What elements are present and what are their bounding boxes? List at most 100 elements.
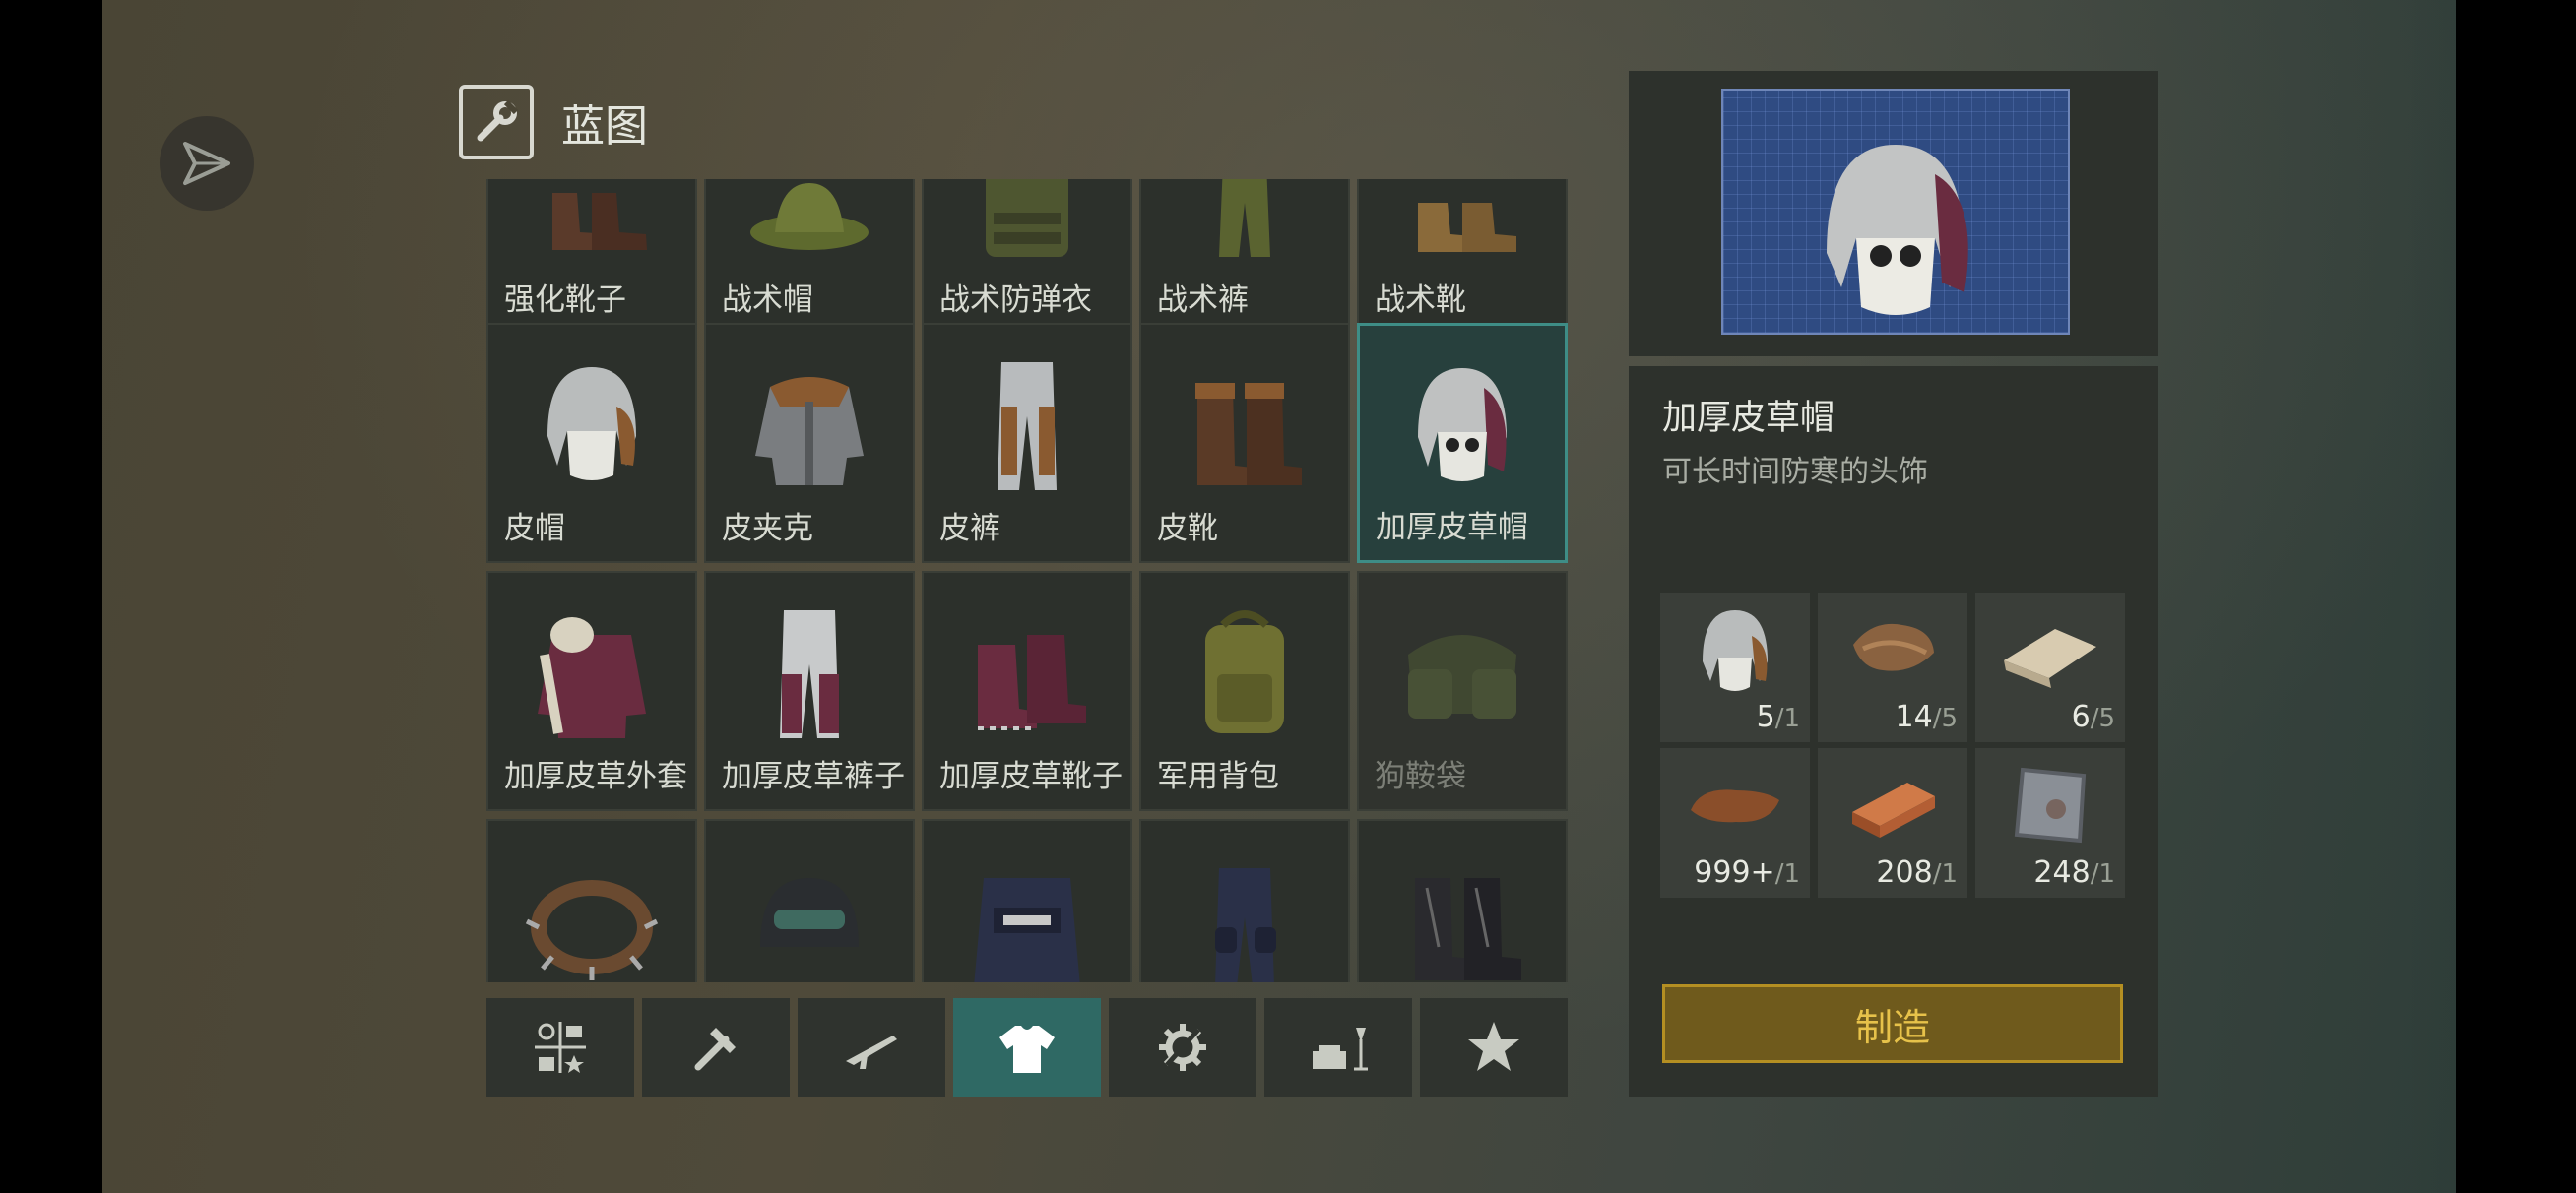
grid-item[interactable]: 皮帽 (486, 323, 697, 563)
pants-icon (706, 591, 913, 748)
item-name: 加厚皮草帽 (1662, 399, 1835, 438)
jacket-icon (706, 343, 913, 500)
grid-item[interactable] (1139, 819, 1350, 982)
tab-gear[interactable] (1109, 998, 1256, 1097)
tab-furniture[interactable] (1264, 998, 1412, 1097)
grid-item[interactable]: 战术帽 (704, 179, 915, 335)
material-slot[interactable]: 999+/1 (1660, 748, 1810, 898)
grid-item-label: 战术帽 (722, 283, 813, 318)
tab-tools[interactable] (642, 998, 790, 1097)
grid-item-label: 狗鞍袋 (1375, 759, 1466, 794)
material-count: 14/5 (1895, 700, 1959, 734)
fur-hat-icon (488, 343, 695, 500)
item-info: 加厚皮草帽 可长时间防寒的头饰 5/1 14/5 6/5 999+/1 208/… (1629, 366, 2158, 1097)
tools-category-icon (694, 1028, 736, 1071)
page-title: 蓝图 (561, 101, 648, 152)
gear-category-icon (1159, 1024, 1206, 1071)
fur-pelt-icon (1818, 598, 1967, 701)
grid-item[interactable]: 战术防弹衣 (922, 179, 1132, 335)
boots-icon (924, 591, 1130, 748)
grid-item[interactable]: 皮夹克 (704, 323, 915, 563)
pants-icon (924, 343, 1130, 500)
material-slot[interactable]: 208/1 (1818, 748, 1967, 898)
grid-item[interactable]: 战术靴 (1357, 179, 1568, 335)
material-count: 248/1 (2033, 855, 2115, 890)
grid-item[interactable] (1357, 819, 1568, 982)
tab-favorites[interactable] (1420, 998, 1568, 1097)
grid-item[interactable]: 皮裤 (922, 323, 1132, 563)
furniture-category-icon (1313, 1028, 1368, 1071)
material-slot[interactable]: 248/1 (1975, 748, 2125, 898)
material-slot[interactable]: 14/5 (1818, 593, 1967, 742)
fur-hat-icon (1827, 145, 1968, 315)
grid-item-label: 皮靴 (1157, 511, 1218, 546)
clothing-category-icon (999, 1026, 1055, 1073)
grid-item-label: 加厚皮草靴子 (939, 759, 1123, 794)
helmet-icon (706, 839, 913, 982)
boots-icon (1141, 343, 1348, 500)
grid-item[interactable]: 军用背包 (1139, 571, 1350, 811)
tab-clothing[interactable] (953, 998, 1101, 1097)
iron-plate-icon (1975, 754, 2125, 856)
cloth-icon (1975, 598, 2125, 701)
blueprint-grid: 强化靴子 战术帽 战术防弹衣 战术裤 战术靴 皮帽 皮夹克 皮裤 皮靴 加厚皮草… (486, 179, 1568, 982)
vest-icon (924, 179, 1130, 272)
material-slot[interactable]: 5/1 (1660, 593, 1810, 742)
material-count: 999+/1 (1694, 855, 1800, 890)
right-side-panel (2407, 0, 2456, 1193)
police-vest-icon (924, 839, 1130, 982)
grid-item[interactable]: 加厚皮草外套 (486, 571, 697, 811)
grid-item-label: 战术靴 (1375, 283, 1466, 318)
material-count: 208/1 (1876, 855, 1958, 890)
material-slot[interactable]: 6/5 (1975, 593, 2125, 742)
grid-item-label: 皮帽 (504, 511, 565, 546)
detail-panel: 加厚皮草帽 可长时间防寒的头饰 5/1 14/5 6/5 999+/1 208/… (1629, 71, 2158, 1097)
header: 蓝图 (459, 85, 648, 159)
category-tabs (486, 998, 1568, 1097)
leather-icon (1660, 754, 1810, 856)
tab-misc[interactable] (486, 998, 634, 1097)
boots-icon (1359, 179, 1566, 272)
item-preview (1629, 71, 2158, 356)
send-icon (183, 142, 230, 185)
tab-weapons[interactable] (798, 998, 945, 1097)
grid-item-label: 皮夹克 (722, 511, 813, 546)
grid-item-label: 军用背包 (1157, 759, 1279, 794)
grid-item-label: 战术防弹衣 (939, 283, 1092, 318)
grid-item[interactable]: 强化靴子 (486, 179, 697, 335)
grid-item[interactable]: 加厚皮草靴子 (922, 571, 1132, 811)
grid-item[interactable] (922, 819, 1132, 982)
grid-item-selected[interactable]: 加厚皮草帽 (1357, 323, 1568, 563)
coat-icon (488, 591, 695, 748)
fur-hat-icon (1360, 344, 1565, 501)
saddlebag-icon (1359, 591, 1566, 748)
boots-icon (488, 179, 695, 272)
collar-icon (488, 839, 695, 982)
grid-item-label: 加厚皮草帽 (1376, 510, 1528, 545)
send-button[interactable] (160, 116, 254, 211)
grid-item[interactable]: 皮靴 (1139, 323, 1350, 563)
pants-icon (1141, 179, 1348, 272)
grid-item-label: 强化靴子 (504, 283, 626, 318)
grid-item-locked[interactable]: 狗鞍袋 (1357, 571, 1568, 811)
police-pants-icon (1141, 839, 1348, 982)
backpack-icon (1141, 591, 1348, 748)
material-count: 5/1 (1756, 700, 1800, 734)
fur-hat-icon (1660, 598, 1810, 701)
grid-item[interactable] (486, 819, 697, 982)
grid-item-label: 战术裤 (1157, 283, 1249, 318)
grid-item-label: 加厚皮草裤子 (722, 759, 905, 794)
craft-button[interactable]: 制造 (1662, 984, 2123, 1063)
blueprint-icon (459, 85, 534, 159)
grid-item[interactable]: 加厚皮草裤子 (704, 571, 915, 811)
blueprint-paper (1721, 89, 2070, 335)
hat-icon (706, 179, 913, 272)
grid-item[interactable] (704, 819, 915, 982)
copper-ingot-icon (1818, 754, 1967, 856)
grid-item-label: 皮裤 (939, 511, 1000, 546)
grid-item-label: 加厚皮草外套 (504, 759, 687, 794)
game-screen: 蓝图 强化靴子 战术帽 战术防弹衣 战术裤 战术靴 皮帽 皮夹克 皮裤 皮靴 加… (102, 0, 2456, 1193)
boots-icon (1359, 839, 1566, 982)
material-count: 6/5 (2071, 700, 2115, 734)
grid-item[interactable]: 战术裤 (1139, 179, 1350, 335)
